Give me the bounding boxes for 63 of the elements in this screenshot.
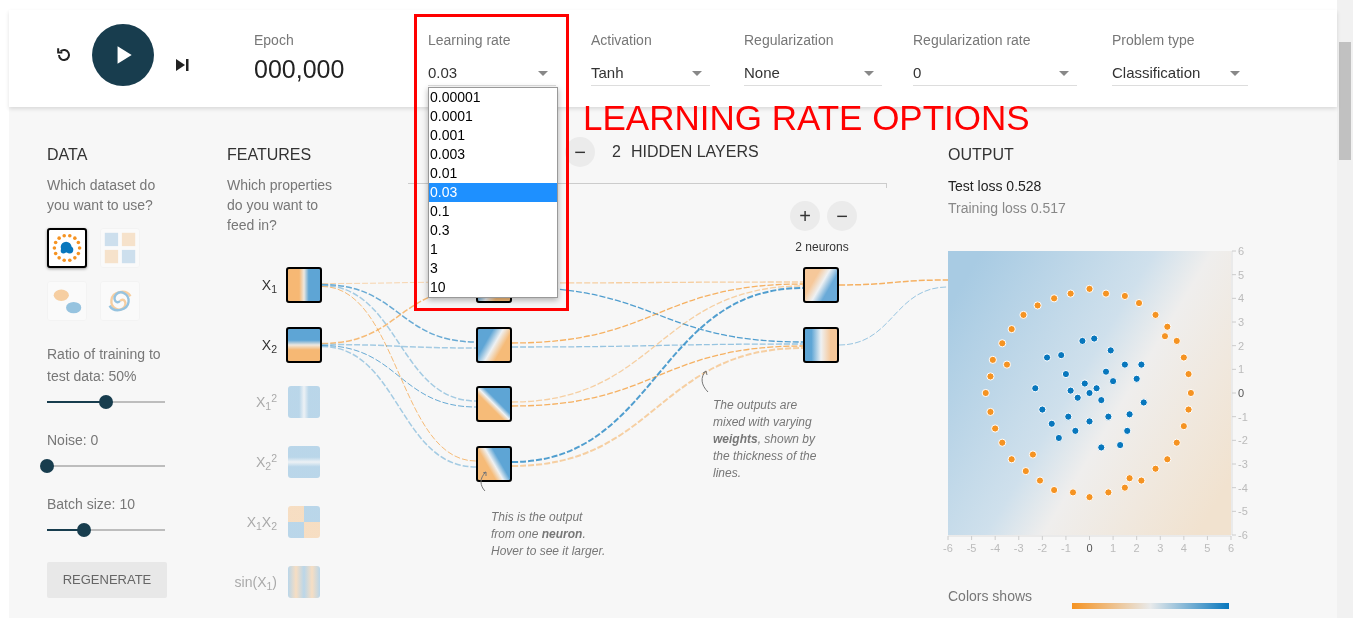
section-description: Which properties do you want to feed in? — [227, 176, 334, 235]
x-tick-label: 4 — [1180, 542, 1187, 554]
y-tick-label: 5 — [1238, 268, 1245, 281]
x-tick-label: 5 — [1204, 542, 1211, 554]
x-tick-label: -4 — [990, 542, 1001, 554]
section-title: DATA — [47, 145, 89, 165]
dropdown-option[interactable]: 0.01 — [429, 164, 557, 183]
epoch-counter: 000,000 — [254, 54, 346, 85]
y-tick-label: -3 — [1238, 458, 1248, 470]
dropdown-option[interactable]: 0.0001 — [429, 107, 557, 126]
layer-count: 2 — [612, 142, 621, 162]
dropdown-option[interactable]: 0.1 — [429, 202, 557, 221]
epoch-label: Epoch — [254, 31, 295, 49]
dropdown[interactable]: Classification — [1112, 62, 1248, 86]
x-tick-label: 3 — [1157, 542, 1164, 554]
training-loss: Training loss 0.517 — [948, 199, 1067, 217]
annotation-note: The outputs are mixed with varying weights, shown by the thickness of the lines. — [713, 397, 818, 482]
dropdown-option[interactable]: 0.3 — [429, 221, 557, 240]
field-label: Regularization rate — [913, 31, 1032, 49]
add-neuron-button[interactable]: + — [790, 201, 820, 231]
legend-title: Colors shows — [948, 587, 1033, 605]
dropdown[interactable]: Tanh — [591, 62, 710, 86]
x-tick-label: -5 — [966, 542, 977, 554]
field-label: Learning rate — [428, 31, 512, 49]
dropdown-option[interactable]: 3 — [429, 259, 557, 278]
dropdown-option[interactable]: 0.00001 — [429, 88, 557, 107]
x-tick-label: 1 — [1110, 542, 1117, 554]
neuron-count: 2 neurons — [794, 239, 850, 256]
dropdown[interactable]: None — [744, 62, 882, 86]
feature-label: sin(X$_{1}$) — [233, 573, 277, 592]
slider-caption: Ratio of training to test data: 50% — [47, 345, 162, 386]
dropdown-option[interactable]: 10 — [429, 278, 557, 297]
dropdown-option[interactable]: 0.003 — [429, 145, 557, 164]
feature-label: X$_{1}$X$_{2}$ — [245, 513, 277, 532]
x-tick-label: 0 — [1086, 542, 1093, 554]
section-description: Which dataset do you want to use? — [47, 176, 157, 215]
y-tick-label: 4 — [1238, 292, 1245, 305]
dropdown[interactable]: 0 — [913, 62, 1077, 86]
y-tick-label: 3 — [1238, 316, 1245, 328]
x-tick-label: -3 — [1013, 542, 1024, 554]
annotation-title: LEARNING RATE OPTIONS — [583, 97, 1030, 139]
remove-neuron-button[interactable]: − — [827, 201, 857, 231]
feature-label: X$_{1}$ — [260, 276, 277, 295]
x-tick-label: 2 — [1133, 542, 1140, 554]
regenerate-button[interactable]: REGENERATE — [47, 562, 167, 598]
y-tick-label: 0 — [1238, 387, 1245, 399]
slider-caption: Noise: 0 — [47, 431, 100, 450]
feature-label: X$_{2}$ — [260, 336, 277, 355]
dropdown-option[interactable]: 0.001 — [429, 126, 557, 145]
y-tick-label: -2 — [1238, 434, 1248, 447]
field-label: Regularization — [744, 31, 835, 49]
y-tick-label: 1 — [1238, 363, 1245, 376]
section-title: HIDDEN LAYERS — [630, 142, 759, 162]
dropdown[interactable]: 0.03 — [428, 62, 556, 86]
y-tick-label: -4 — [1238, 481, 1248, 494]
field-label: Activation — [591, 31, 653, 49]
slider-caption: Batch size: 10 — [47, 495, 136, 514]
annotation-note: This is the output from one neuron. Hover to see it larger. — [491, 509, 607, 560]
test-loss: Test loss 0.528 — [948, 177, 1043, 195]
dropdown-option[interactable]: 1 — [429, 240, 557, 259]
section-title: OUTPUT — [948, 145, 1015, 165]
field-label: Problem type — [1112, 31, 1196, 49]
section-title: FEATURES — [227, 145, 313, 165]
